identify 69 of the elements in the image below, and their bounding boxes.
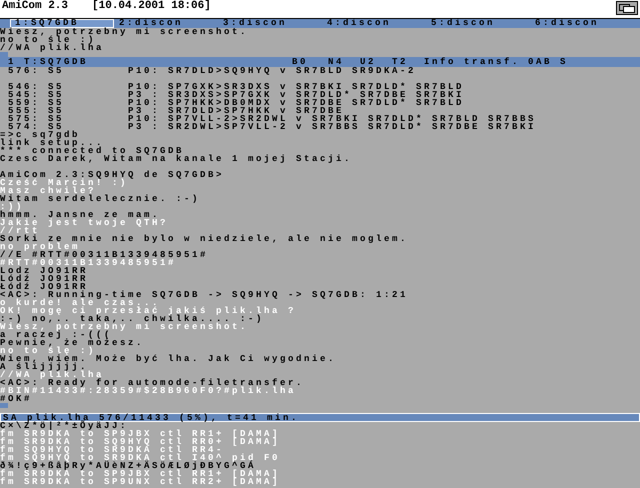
status-field: 0AB S: [528, 58, 576, 66]
channel-tab[interactable]: 2:discon: [114, 19, 218, 28]
monitor-line: 546: S5 P10: SP7GXK>SR3DXS v SR7BKI SR7DLD* SR7BLD: [7, 83, 464, 91]
chat-line: //WA plik.lha: [0, 44, 104, 52]
terminal-line: Lódź JO91RR: [0, 275, 88, 283]
date-time: [10.04.2001 18:06]: [92, 0, 211, 12]
terminal-line: Lodz JO91RR: [0, 267, 88, 275]
terminal-line: Witam serdelelecznie. :-): [0, 195, 200, 203]
terminal-line: #RTT#00311B1339485951#: [0, 259, 176, 267]
terminal-line: o kurde! ale czas...: [0, 299, 160, 307]
text-cursor: [0, 403, 8, 408]
monitor-line: 575: S5 P10: SP7VLL-2>SR2DWL v SR7BKI SR7DLD* SR7BLD SR7BBS: [7, 115, 536, 123]
status-field: N4: [328, 58, 360, 66]
packet-line: fm SR9DKA to SP9UNX ctl RR2+ [DAMA]: [0, 478, 280, 486]
channel-tab[interactable]: 1:SQ7GDB: [10, 19, 114, 28]
channel-tab[interactable]: 3:discon: [218, 19, 322, 28]
chat-line: Wiesz, potrzebny mi screenshot.: [0, 28, 248, 36]
terminal-line: A ślijjjjj.: [0, 363, 88, 371]
channel-tab[interactable]: 4:discon: [322, 19, 426, 28]
terminal-line: link setup...: [0, 139, 104, 147]
channel-tab[interactable]: 6:discon: [530, 19, 634, 28]
terminal-line: //E #RTT#00311B1339485951#: [0, 251, 208, 259]
terminal-line: Pewnie, że możesz.: [0, 339, 144, 347]
status-field: T2: [392, 58, 424, 66]
terminal-line: #BIN#11433#:28359#$28B960F0?#plik.lha: [0, 387, 296, 395]
terminal-line: Łódź JO91RR: [0, 283, 88, 291]
terminal-line: AmiCom 2.3:SQ9HYQ de SQ7GDB>: [0, 171, 224, 179]
terminal-line: :-) no,.. taka,.. chwilka.... :-): [0, 315, 264, 323]
terminal-line: hmmm. Jansne ze mam.: [0, 211, 160, 219]
terminal-line: <AC>: Running-time SQ7GDB -> SQ9HYQ -> SQ7GDB: 1:21: [0, 291, 408, 299]
transfer-status: SA plik.lha 576/11433 (5%), t=41 min.: [3, 414, 300, 422]
terminal-line: :)): [0, 203, 24, 211]
status-field: Info transf.: [424, 58, 528, 66]
terminal-line: Masz chwile?: [0, 187, 96, 195]
terminal-line: #OK#: [0, 395, 32, 403]
status-field: U2: [360, 58, 392, 66]
packet-line: fm SR9DKA to SQ9HYQ ctl RR0+ [DAMA]: [0, 438, 280, 446]
monitor-line: 574: S5 P3 : SR2DWL>SP7VLL-2 v SR7BBS SR7DLD* SR7DBE SR7BKI: [8, 123, 536, 131]
channel-status: 1 T:SQ7GDB: [8, 58, 90, 66]
terminal-line: Jakie jest twoje QTH?: [0, 219, 168, 227]
terminal-line: //rtt: [0, 227, 40, 235]
terminal-line: *** connected to SQ7GDB: [0, 147, 184, 155]
terminal-line: no to ślę :): [0, 347, 96, 355]
terminal-line: Sorki ze mnie nie bylo w niedziele, ale nie moglem.: [0, 235, 408, 243]
terminal-line: Wiem, wiem. Może być lha. Jak Ci wygodnie.: [0, 355, 336, 363]
terminal-line: OK! mogę ci przesłać jakiś plik.lha ?: [0, 307, 296, 315]
terminal-line: Czesc Darek, Witam na kanale 1 mojej Stacji.: [0, 155, 352, 163]
chat-line: no to śle :): [0, 36, 96, 44]
terminal-line: //WA plik.lha: [0, 371, 104, 379]
window-title: AmiCom 2.3: [2, 0, 68, 12]
terminal-line: a raczej :-(((: [0, 331, 112, 339]
terminal-line: <AC>: Ready for automode-filetransfer.: [0, 379, 304, 387]
terminal-line: no problem: [0, 243, 80, 251]
packet-line: fm SR9DKA to SP9JBX ctl RR1+ [DAMA]: [0, 470, 280, 478]
packet-line: fm SQ9HYQ to SR9DKA ctl RR4-: [0, 446, 224, 454]
packet-line: fm SR9DKA to SP9JBX ctl RR1+ [DAMA]: [0, 430, 280, 438]
terminal-line: Cześć Marcin! :): [0, 179, 128, 187]
packet-line: ð¾!ç9+ßâþRy*AÜèNZ+ÄSöÆLØjÐBYG^GÁ: [0, 462, 256, 470]
terminal-line: Wiesz, potrzebny mi screenshot.: [0, 323, 248, 331]
channel-tab[interactable]: 5:discon: [426, 19, 530, 28]
monitor-line: 555: S5 P3 : SR7DLD>SP7HKK v SR7DBE: [7, 107, 344, 115]
packet-line: C×\Z*ö|²*±ÕyäJJ:: [0, 422, 128, 430]
terminal-line: =>c sq7gdb: [0, 131, 80, 139]
depth-gadget-icon[interactable]: [616, 1, 638, 15]
monitor-line: 545: S5 P3 : SR3DXS>SP7GXK v SR7DLD* SR7DBE SR7BKI: [7, 91, 464, 99]
status-field: B0: [292, 58, 328, 66]
monitor-line: 559: S5 P10: SP7HKK>DB0MDX v SR7DBE SR7DLD* SR7BLD: [7, 99, 464, 107]
monitor-line: 576: S5 P10: SR7DLD>SQ9HYQ v SR7BLD SR9DKA-2: [7, 67, 416, 75]
packet-line: fm SQ9HYQ to SR9DKA ctl I40^ pid F0: [0, 454, 280, 462]
